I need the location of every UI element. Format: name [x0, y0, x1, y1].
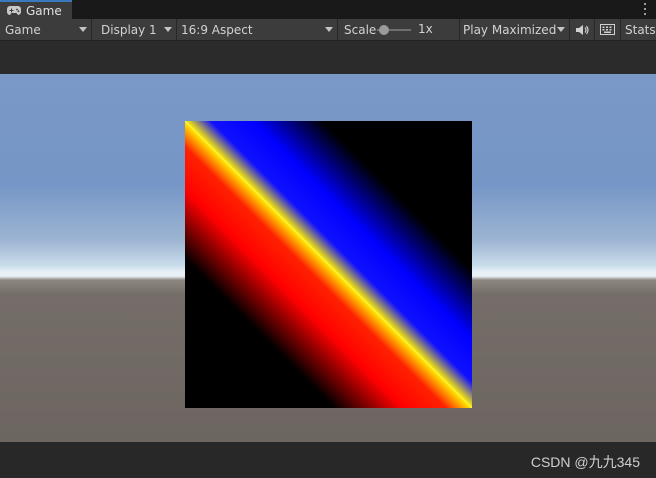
stats-button[interactable]: Stats	[621, 19, 656, 40]
game-toolbar: Game Display 1 16:9 Aspect Scale 1x Play…	[0, 19, 656, 41]
chevron-down-icon	[325, 27, 333, 32]
aspect-dropdown[interactable]: 16:9 Aspect	[177, 19, 338, 40]
tab-strip: Game	[0, 0, 656, 19]
aspect-label: 16:9 Aspect	[181, 22, 253, 37]
gradient-quad-render	[185, 121, 472, 408]
tab-title: Game	[26, 3, 62, 18]
stats-label: Stats	[625, 22, 656, 37]
watermark: CSDN @九九345	[530, 454, 640, 470]
tab-game[interactable]: Game	[0, 0, 72, 19]
game-viewport[interactable]	[0, 74, 656, 442]
gamepad-icon	[7, 6, 21, 15]
mode-dropdown[interactable]: Game	[0, 19, 92, 40]
mode-label: Game	[5, 22, 41, 37]
scale-slider-thumb[interactable]	[379, 25, 390, 35]
play-mode-label: Play Maximized	[463, 22, 557, 37]
chevron-down-icon	[557, 27, 565, 32]
gradient-quad	[185, 121, 472, 408]
game-window: Game Game Display 1 16:9 Aspect Scale 1x…	[0, 0, 656, 478]
scale-value: 1x	[418, 22, 433, 36]
scale-label: Scale	[344, 22, 377, 37]
keyboard-shortcuts-button[interactable]	[595, 19, 621, 40]
scale-control: Scale 1x	[338, 19, 460, 40]
mute-audio-button[interactable]	[570, 19, 595, 40]
viewport-letterbox-top	[0, 41, 656, 74]
display-label: Display 1	[101, 22, 157, 37]
chevron-down-icon	[164, 27, 172, 32]
speaker-icon	[576, 24, 589, 35]
keyboard-icon	[600, 24, 615, 35]
more-options-icon[interactable]	[642, 2, 648, 16]
bottom-letterbox: CSDN @九九345	[0, 442, 656, 478]
chevron-down-icon	[79, 27, 87, 32]
play-mode-dropdown[interactable]: Play Maximized	[460, 19, 570, 40]
display-dropdown[interactable]: Display 1	[92, 19, 177, 40]
